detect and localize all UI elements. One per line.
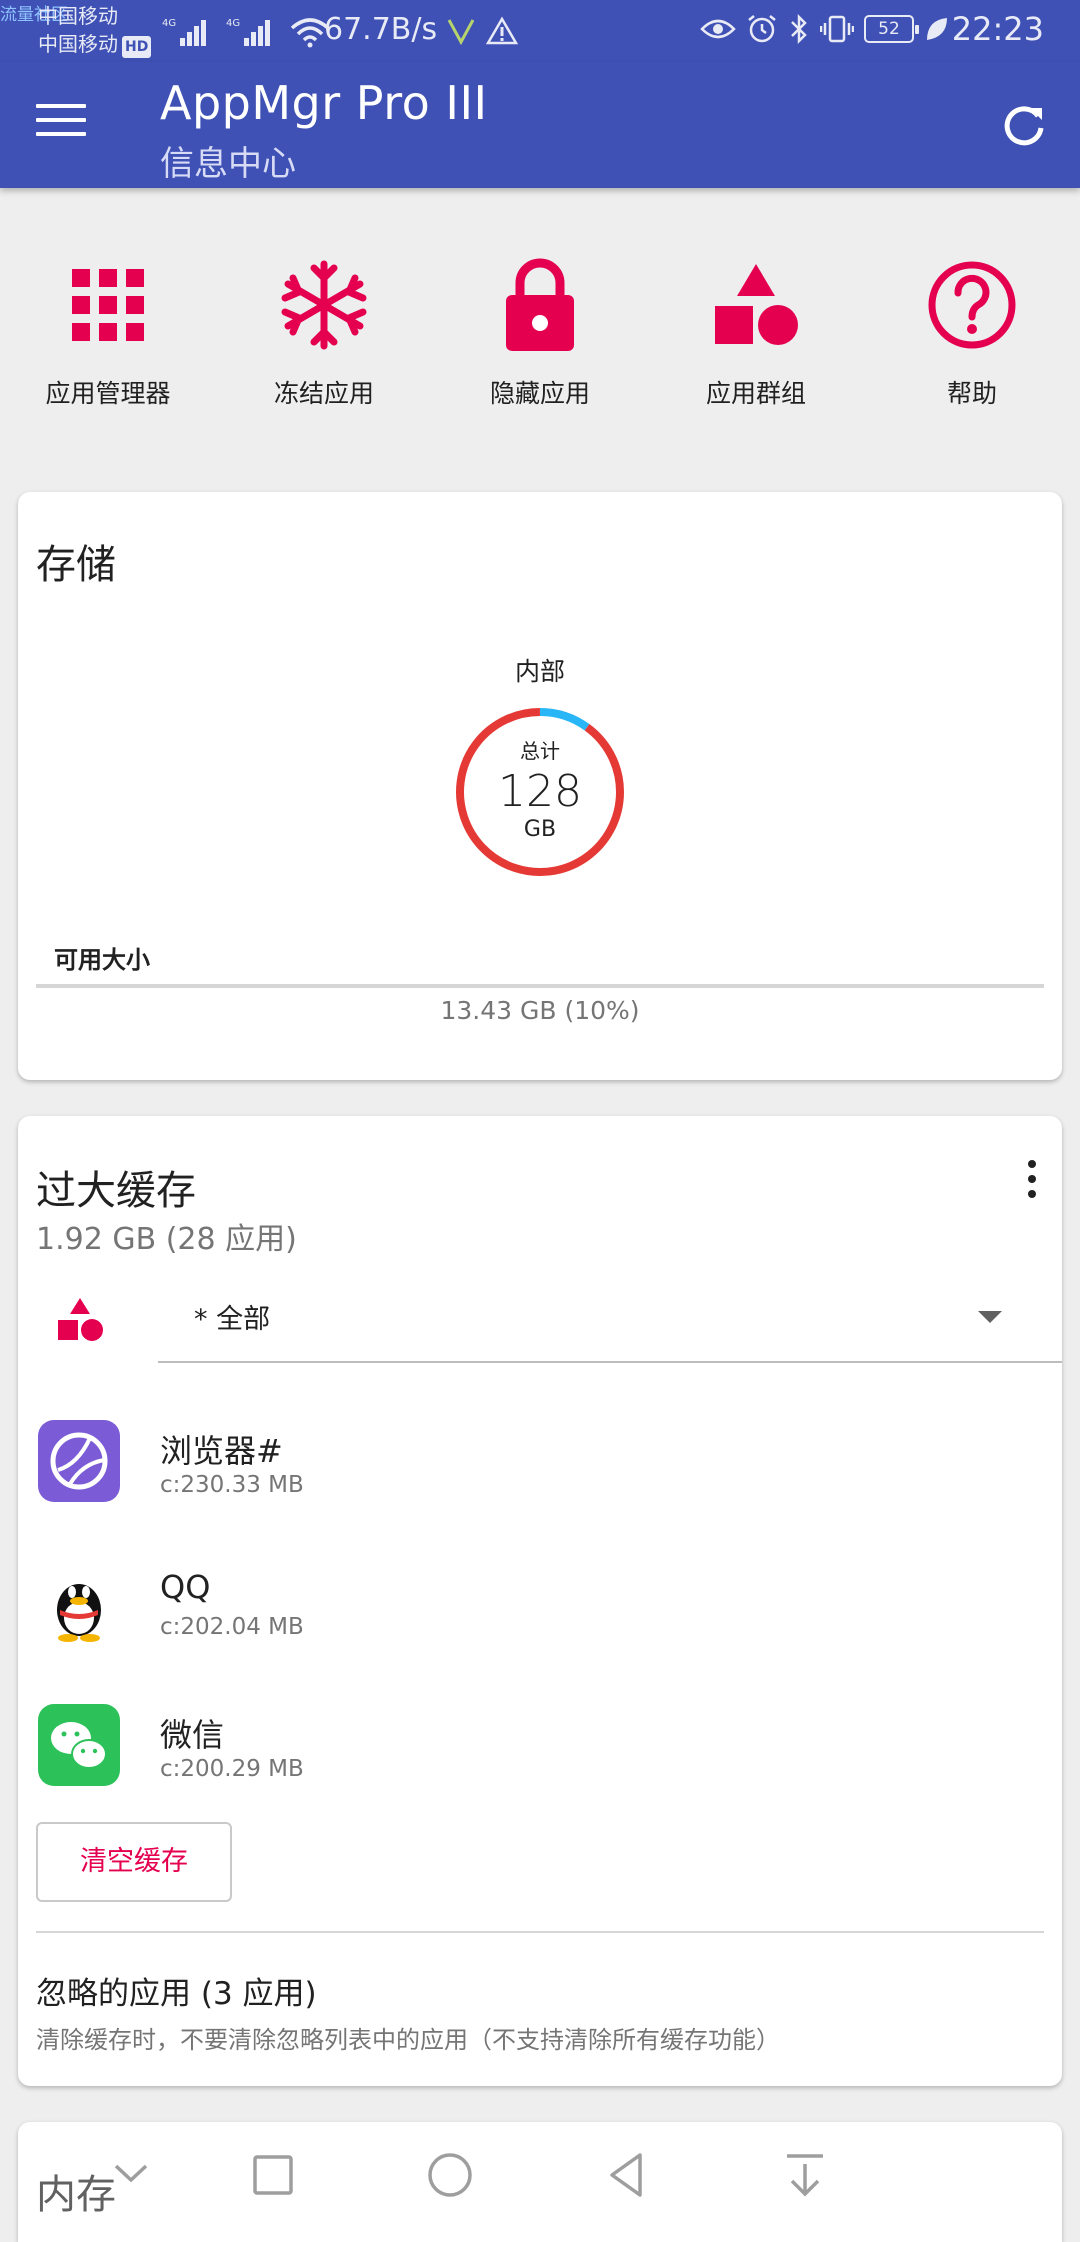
signal-4g-icon-2: 4G bbox=[226, 18, 270, 46]
available-size-value: 13.43 GB (10%) bbox=[440, 996, 640, 1025]
available-size-bar bbox=[36, 984, 1044, 988]
square-icon bbox=[253, 2155, 293, 2195]
shortcut-row: 应用管理器 冻结应用 隐藏应用 应用群组 帮助 bbox=[0, 250, 1080, 430]
app-name: 微信 bbox=[160, 1716, 225, 1754]
carrier-1: 中国移动 bbox=[38, 4, 118, 28]
vpn-icon bbox=[447, 19, 475, 46]
nav-recents-button[interactable] bbox=[238, 2140, 308, 2210]
storage-card[interactable]: 存储 内部 总计 128 GB 可用大小 13.43 GB (10%) bbox=[18, 492, 1062, 1080]
qq-icon bbox=[38, 1562, 120, 1644]
refresh-button[interactable] bbox=[996, 98, 1052, 154]
shortcut-app-groups[interactable]: 应用群组 bbox=[648, 250, 864, 430]
nav-collapse-button[interactable] bbox=[96, 2140, 166, 2210]
more-dot bbox=[1028, 1175, 1036, 1183]
nav-home-button[interactable] bbox=[415, 2140, 485, 2210]
available-size-label: 可用大小 bbox=[54, 946, 150, 974]
cache-app-row[interactable]: QQ c:202.04 MB bbox=[18, 1538, 1062, 1668]
cache-app-row[interactable]: 浏览器# c:230.33 MB bbox=[18, 1396, 1062, 1526]
cache-summary: 1.92 GB (28 应用) bbox=[36, 1222, 297, 1257]
storage-location-label: 内部 bbox=[514, 657, 565, 686]
shortcut-help[interactable]: 帮助 bbox=[864, 250, 1080, 430]
svg-text:4G: 4G bbox=[226, 18, 240, 29]
app-subtitle: 信息中心 bbox=[160, 144, 296, 184]
more-dot bbox=[1028, 1160, 1036, 1168]
divider bbox=[36, 1931, 1044, 1933]
app-title: AppMgr Pro III bbox=[160, 76, 488, 130]
grid-icon bbox=[72, 269, 144, 341]
shortcut-label: 隐藏应用 bbox=[489, 379, 590, 408]
warning-icon bbox=[486, 16, 518, 45]
circle-icon bbox=[428, 2153, 472, 2197]
signal-group: 4G 4G bbox=[162, 14, 330, 48]
wechat-icon bbox=[38, 1704, 120, 1786]
donut-center: 总计 128 GB bbox=[450, 702, 630, 882]
shapes-icon bbox=[715, 264, 798, 345]
app-name: QQ bbox=[160, 1568, 211, 1606]
nav-notifications-button[interactable] bbox=[770, 2140, 840, 2210]
clear-cache-button[interactable]: 清空缓存 bbox=[36, 1822, 232, 1902]
menu-icon-line bbox=[36, 104, 86, 108]
ignored-apps-description: 清除缓存时，不要清除忽略列表中的应用（不支持清除所有缓存功能） bbox=[36, 2026, 780, 2054]
help-icon bbox=[928, 261, 1016, 349]
alarm-icon bbox=[748, 15, 776, 43]
app-cache-size: c:200.29 MB bbox=[160, 1756, 304, 1782]
menu-icon-line bbox=[36, 132, 86, 136]
group-filter-value: * 全部 bbox=[194, 1304, 271, 1335]
status-right-icons: 52 bbox=[700, 13, 950, 45]
app-bar: AppMgr Pro III 信息中心 bbox=[0, 62, 1080, 188]
hd-badge: HD bbox=[122, 36, 152, 58]
app-name: 浏览器# bbox=[160, 1432, 283, 1470]
app-cache-size: c:202.04 MB bbox=[160, 1614, 304, 1640]
signal-4g-icon: 4G bbox=[162, 18, 206, 46]
snowflake-icon bbox=[281, 260, 367, 350]
shortcut-label: 应用群组 bbox=[705, 379, 806, 408]
eye-icon bbox=[700, 19, 736, 39]
cache-app-row[interactable]: 微信 c:200.29 MB bbox=[18, 1680, 1062, 1810]
battery-indicator: 52 bbox=[864, 15, 919, 43]
carrier-2-label: 中国移动 bbox=[38, 32, 118, 56]
shortcut-label: 帮助 bbox=[946, 379, 997, 408]
navigation-bar bbox=[0, 2130, 1080, 2220]
status-bar: 流量社区 中国移动 中国移动 HD 4G 4G 67.7B/s 52 22:23 bbox=[0, 0, 1080, 62]
shortcut-frozen-apps[interactable]: 冻结应用 bbox=[216, 250, 432, 430]
menu-button[interactable] bbox=[36, 104, 86, 144]
chevron-down-icon bbox=[114, 2164, 148, 2183]
group-filter-icon bbox=[58, 1298, 103, 1341]
app-cache-size: c:230.33 MB bbox=[160, 1472, 304, 1498]
bluetooth-icon bbox=[791, 13, 807, 45]
shortcut-app-manager[interactable]: 应用管理器 bbox=[0, 250, 216, 430]
pull-down-icon bbox=[787, 2154, 823, 2197]
svg-text:4G: 4G bbox=[162, 18, 176, 29]
more-options-button[interactable] bbox=[1022, 1160, 1042, 1204]
donut-total-unit: GB bbox=[523, 817, 557, 842]
cache-title: 过大缓存 bbox=[36, 1168, 196, 1214]
more-dot bbox=[1028, 1190, 1036, 1198]
donut-total-label: 总计 bbox=[520, 739, 560, 763]
menu-icon-line bbox=[36, 118, 86, 122]
dropdown-arrow-icon bbox=[978, 1311, 1002, 1323]
donut-total-value: 128 bbox=[498, 766, 582, 817]
shortcut-label: 冻结应用 bbox=[273, 379, 374, 408]
browser-icon bbox=[38, 1420, 120, 1502]
clock: 22:23 bbox=[951, 10, 1044, 48]
carrier-2: 中国移动 HD bbox=[38, 32, 152, 58]
shortcut-label: 应用管理器 bbox=[45, 379, 171, 408]
oversized-cache-card: 过大缓存 1.92 GB (28 应用) * 全部 浏览器# c:230.33 … bbox=[18, 1116, 1062, 2086]
shortcut-hidden-apps[interactable]: 隐藏应用 bbox=[432, 250, 648, 430]
nav-back-button[interactable] bbox=[592, 2140, 662, 2210]
ignored-apps-title[interactable]: 忽略的应用 (3 应用) bbox=[36, 1968, 317, 2013]
lock-icon bbox=[506, 258, 574, 351]
net-speed: 67.7B/s bbox=[324, 12, 438, 47]
refresh-icon bbox=[1004, 106, 1044, 146]
storage-title: 存储 bbox=[36, 542, 116, 588]
back-triangle-icon bbox=[610, 2153, 642, 2197]
group-filter-dropdown[interactable]: * 全部 bbox=[158, 1271, 1062, 1363]
vibrate-icon bbox=[820, 15, 854, 43]
leaf-icon bbox=[927, 18, 947, 40]
